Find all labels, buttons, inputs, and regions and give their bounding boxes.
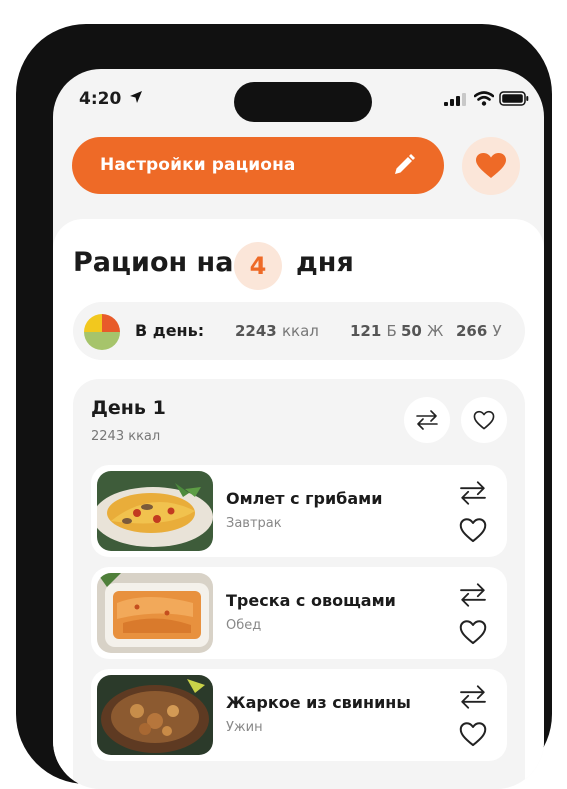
meal-name: Жаркое из свинины xyxy=(226,693,411,712)
day-card: День 1 2243 ккал Омлет с грибами Завтрак… xyxy=(73,379,525,789)
daily-stats-bar: В день: 2243 ккал 121 Б 50 Ж 266 У xyxy=(73,302,525,360)
fat-value: 50 xyxy=(401,322,422,340)
protein-stat: 121 Б xyxy=(350,322,397,340)
meal-item[interactable]: Омлет с грибами Завтрак xyxy=(91,465,507,557)
day-swap-button[interactable] xyxy=(404,397,450,443)
meal-type: Обед xyxy=(226,618,262,633)
diet-card: Рацион на 4 дня В день: 2243 ккал 121 Б … xyxy=(53,219,544,789)
diet-settings-label: Настройки рациона xyxy=(100,155,296,175)
phone-frame: 4:20 Настройки рациона Рацион на 4 дня В… xyxy=(16,24,552,789)
diet-settings-button[interactable]: Настройки рациона xyxy=(72,137,444,194)
heart-icon xyxy=(476,153,506,178)
heart-outline-icon[interactable] xyxy=(459,619,487,645)
meal-type: Завтрак xyxy=(226,516,282,531)
heart-outline-icon[interactable] xyxy=(459,721,487,747)
day-title: День 1 xyxy=(91,397,166,419)
meal-name: Омлет с грибами xyxy=(226,489,383,508)
battery-icon xyxy=(499,91,529,106)
location-arrow-icon xyxy=(130,91,142,103)
meal-photo-cod xyxy=(97,573,213,653)
meal-photo-omelette xyxy=(97,471,213,551)
status-time: 4:20 xyxy=(79,89,122,109)
protein-unit: Б xyxy=(386,322,397,340)
status-bar: 4:20 xyxy=(53,69,544,129)
daily-label: В день: xyxy=(135,321,205,340)
day-favorite-button[interactable] xyxy=(461,397,507,443)
protein-value: 121 xyxy=(350,322,382,340)
carbs-value: 266 xyxy=(456,322,488,340)
carbs-unit: У xyxy=(492,322,502,340)
meal-photo-pork xyxy=(97,675,213,755)
app-screen: 4:20 Настройки рациона Рацион на 4 дня В… xyxy=(53,69,544,789)
plan-title-suffix: дня xyxy=(296,247,354,278)
days-count-button[interactable]: 4 xyxy=(234,242,282,290)
wifi-icon xyxy=(474,91,494,106)
fat-stat: 50 Ж xyxy=(401,322,443,340)
plan-title-prefix: Рацион на xyxy=(73,247,234,278)
heart-outline-icon xyxy=(473,410,495,430)
daily-kcal-unit: ккал xyxy=(281,322,319,340)
daily-kcal-value: 2243 xyxy=(235,322,277,340)
daily-kcal: 2243 ккал xyxy=(235,322,319,340)
meal-item[interactable]: Треска с овощами Обед xyxy=(91,567,507,659)
meal-name: Треска с овощами xyxy=(226,591,396,610)
swap-icon xyxy=(416,410,438,430)
macro-pie-icon xyxy=(84,314,120,350)
swap-icon[interactable] xyxy=(459,583,487,607)
day-kcal: 2243 ккал xyxy=(91,429,161,444)
favorites-button[interactable] xyxy=(462,137,520,195)
dynamic-island xyxy=(234,82,372,122)
meal-type: Ужин xyxy=(226,720,263,735)
pencil-icon xyxy=(395,154,415,174)
cellular-signal-icon xyxy=(444,93,466,106)
fat-unit: Ж xyxy=(427,322,444,340)
swap-icon[interactable] xyxy=(459,481,487,505)
meal-item[interactable]: Жаркое из свинины Ужин xyxy=(91,669,507,761)
swap-icon[interactable] xyxy=(459,685,487,709)
heart-outline-icon[interactable] xyxy=(459,517,487,543)
carbs-stat: 266 У xyxy=(456,322,502,340)
